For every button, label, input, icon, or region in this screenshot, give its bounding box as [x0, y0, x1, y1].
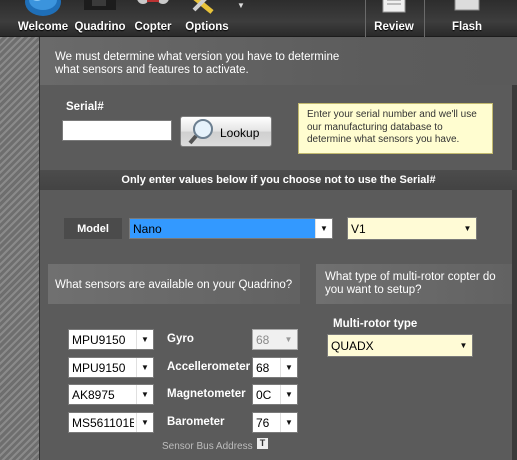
mag-address-select[interactable]: 0C ▼: [252, 384, 298, 405]
main-toolbar: Welcome Quadrino Copter Options ▼ Review…: [0, 0, 517, 37]
options-dropdown-icon[interactable]: ▼: [237, 1, 245, 10]
accel-address-select[interactable]: 68 ▼: [252, 357, 298, 378]
chevron-down-icon: ▼: [280, 330, 297, 349]
baro-chip-value: MS561101BA: [72, 416, 134, 430]
multirotor-type-value: QUADX: [331, 339, 374, 353]
model-label: Model: [64, 218, 122, 239]
baro-address-select[interactable]: 76 ▼: [252, 412, 298, 433]
mag-label: Magnetometer: [167, 388, 246, 400]
board-icon: [84, 0, 116, 10]
review-tab[interactable]: Review: [366, 0, 422, 37]
review-tab-label: Review: [374, 21, 414, 33]
serial-hint: Enter your serial number and we'll use o…: [298, 103, 493, 154]
welcome-tab[interactable]: Welcome: [14, 0, 72, 37]
mag-chip-select[interactable]: AK8975 ▼: [68, 384, 154, 405]
lookup-button[interactable]: Lookup: [180, 116, 272, 147]
copter-icon: [137, 0, 169, 4]
baro-address-value: 76: [256, 416, 270, 430]
multirotor-type-label: Multi-rotor type: [333, 318, 418, 330]
right-edge: [512, 37, 517, 460]
chevron-down-icon: ▼: [136, 413, 153, 432]
mag-address-value: 0C: [256, 388, 272, 402]
magnifier-icon: [188, 119, 213, 145]
chevron-down-icon: ▼: [136, 385, 153, 404]
flash-tab-label: Flash: [451, 21, 483, 33]
gyro-label: Gyro: [167, 333, 194, 345]
gyro-chip-value: MPU9150: [72, 333, 126, 347]
toolbar-separator: [424, 0, 425, 37]
clipboard-icon: [382, 0, 406, 13]
section-divider: Only enter values below if you choose no…: [40, 170, 517, 190]
flash-icon: [454, 0, 480, 11]
mag-chip-value: AK8975: [72, 388, 115, 402]
version-select-value: V1: [351, 222, 366, 236]
baro-label: Barometer: [167, 416, 225, 428]
accel-address-value: 68: [256, 361, 270, 375]
chevron-down-icon: ▼: [280, 358, 297, 377]
tools-icon: [192, 0, 214, 14]
divider-text: Only enter values below if you choose no…: [121, 174, 436, 186]
lookup-button-label: Lookup: [220, 126, 260, 140]
chevron-down-icon: ▼: [455, 335, 472, 356]
sensor-bus-note: Sensor Bus Address: [162, 441, 253, 452]
intro-text: We must determine what version you have …: [55, 51, 340, 76]
welcome-tab-label: Welcome: [17, 21, 69, 33]
globe-icon: [25, 0, 61, 16]
copter-tab[interactable]: Copter: [128, 0, 178, 37]
quadrino-tab[interactable]: Quadrino: [72, 0, 128, 37]
copter-section-title: What type of multi-rotor copter do you w…: [316, 264, 512, 304]
model-select[interactable]: Nano ▼: [129, 218, 333, 239]
quadrino-tab-label: Quadrino: [74, 21, 126, 33]
flash-tab[interactable]: Flash: [430, 0, 504, 37]
copter-tab-label: Copter: [134, 21, 172, 33]
copter-section-text: What type of multi-rotor copter do you w…: [325, 271, 496, 296]
multirotor-type-select[interactable]: QUADX ▼: [327, 334, 473, 357]
baro-chip-select[interactable]: MS561101BA ▼: [68, 412, 154, 433]
chevron-down-icon: ▼: [459, 218, 476, 239]
chevron-down-icon: ▼: [136, 330, 153, 349]
gyro-address-value: 68: [256, 333, 270, 347]
bus-address-help-icon[interactable]: T: [257, 438, 268, 449]
options-tab[interactable]: Options: [178, 0, 236, 37]
gyro-chip-select[interactable]: MPU9150 ▼: [68, 329, 154, 350]
intro-banner: We must determine what version you have …: [40, 37, 517, 85]
accel-chip-select[interactable]: MPU9150 ▼: [68, 357, 154, 378]
chevron-down-icon: ▼: [280, 413, 297, 432]
options-tab-label: Options: [185, 21, 229, 33]
chevron-down-icon: ▼: [136, 358, 153, 377]
serial-label: Serial#: [66, 101, 104, 113]
accel-label: Accellerometer: [167, 361, 251, 373]
model-select-value: Nano: [133, 222, 162, 236]
chevron-down-icon: ▼: [315, 219, 332, 238]
left-hatched-panel: [0, 37, 40, 460]
sensors-section-title: What sensors are available on your Quadr…: [48, 264, 300, 304]
chevron-down-icon: ▼: [280, 385, 297, 404]
sensors-section-text: What sensors are available on your Quadr…: [55, 279, 293, 291]
serial-input[interactable]: [62, 120, 172, 141]
gyro-address-select: 68 ▼: [252, 329, 298, 350]
accel-chip-value: MPU9150: [72, 361, 126, 375]
version-select[interactable]: V1 ▼: [347, 217, 477, 240]
